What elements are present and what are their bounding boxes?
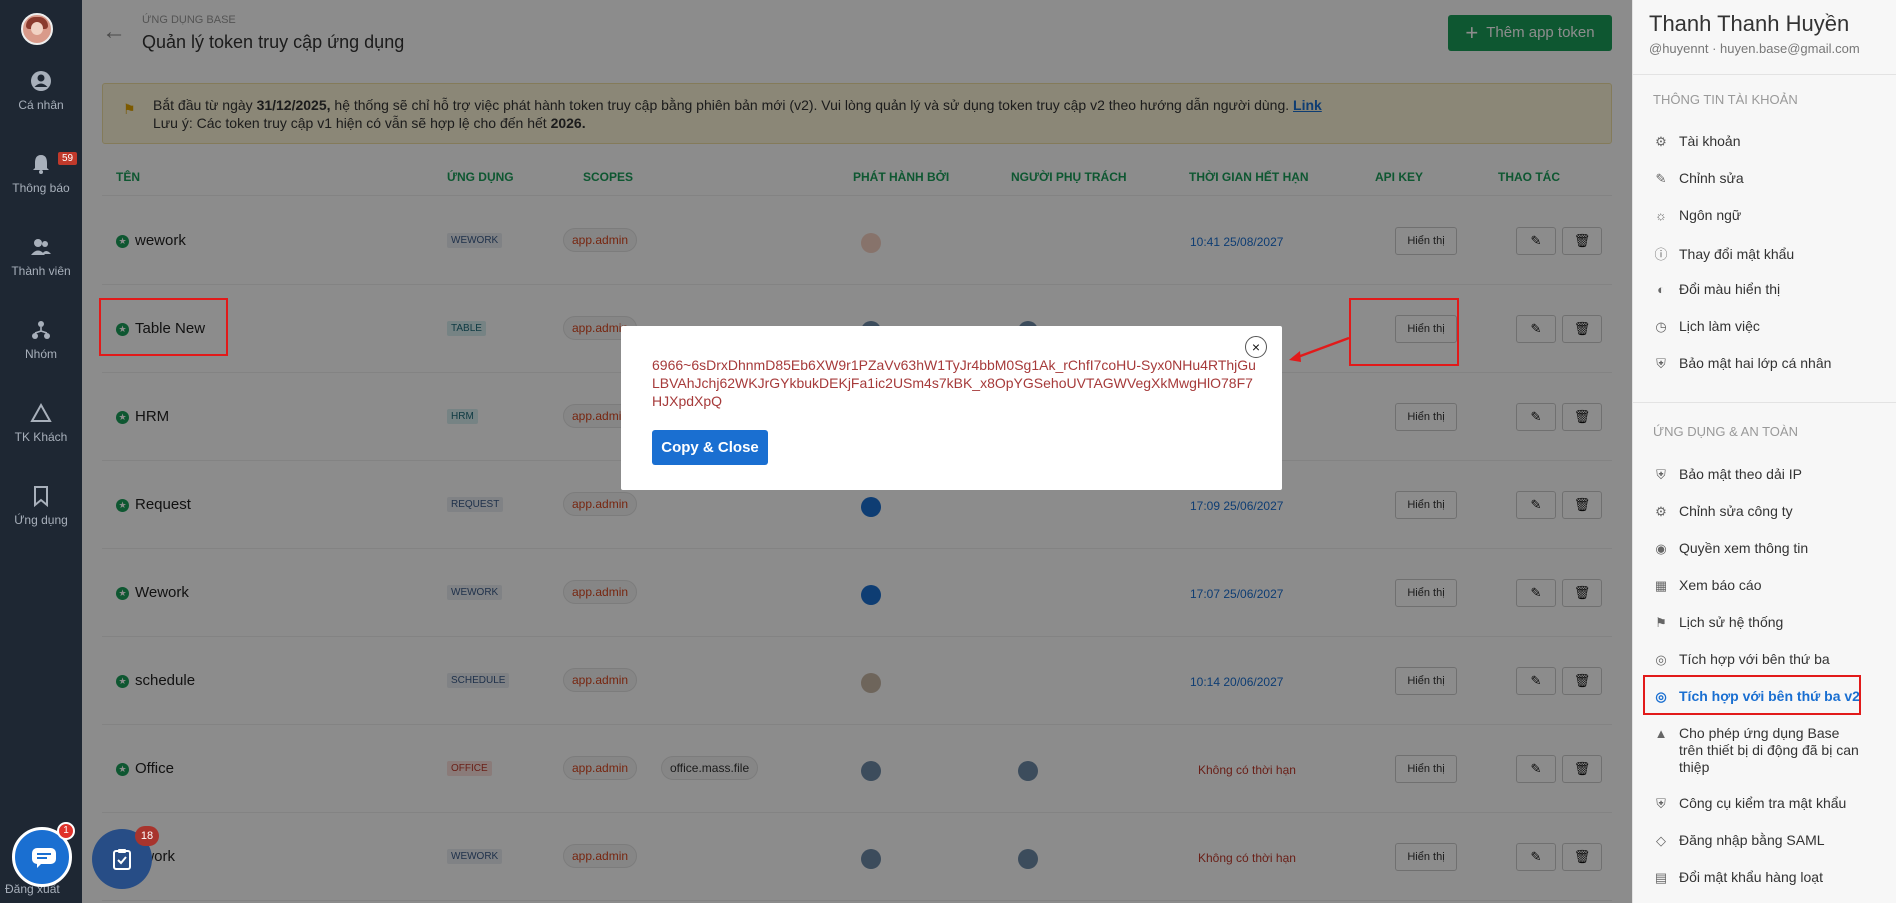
menu-label: Thay đổi mật khẩu: [1679, 246, 1795, 262]
chat-badge: 1: [57, 822, 75, 840]
menu-item-password-checker[interactable]: ⛨ Công cụ kiểm tra mật khẩu: [1653, 795, 1883, 812]
highlight-table-new: [99, 298, 228, 356]
menu-item-language[interactable]: ☼ Ngôn ngữ: [1653, 207, 1883, 223]
section-title-apps: ỨNG DỤNG & AN TOÀN: [1653, 424, 1798, 439]
nav-item-apps[interactable]: Ứng dụng: [0, 485, 82, 527]
user-avatar[interactable]: [21, 13, 53, 45]
menu-item-history[interactable]: ⚑ Lịch sử hệ thống: [1653, 614, 1883, 631]
clipboard-check-icon: [113, 849, 131, 870]
menu-item-reports[interactable]: ▦ Xem báo cáo: [1653, 577, 1883, 594]
gear-icon: ⚙: [1655, 504, 1667, 519]
compass-icon: ☼: [1655, 208, 1667, 223]
menu-label: Lịch làm việc: [1679, 318, 1760, 334]
api-key-token[interactable]: 6966~6sDrxDhnmD85Eb6XW9r1PZaVv63hW1TyJr4…: [652, 356, 1262, 410]
menu-item-saml[interactable]: ◇ Đăng nhập bằng SAML: [1653, 832, 1883, 849]
guest-icon: [30, 402, 52, 422]
person-icon: [31, 71, 51, 91]
lock-icon: ◇: [1656, 833, 1666, 848]
menu-item-account[interactable]: ⚙ Tài khoản: [1653, 133, 1883, 150]
menu-label: Cho phép ứng dụng Base trên thiết bị di …: [1679, 725, 1859, 775]
menu-item-ip-security[interactable]: ⛨ Bảo mật theo dải IP: [1653, 466, 1883, 483]
menu-label: Công cụ kiểm tra mật khẩu: [1679, 795, 1847, 811]
menu-item-edit[interactable]: ✎ Chỉnh sửa: [1653, 170, 1883, 187]
nav-item-guests[interactable]: TK Khách: [0, 402, 82, 444]
highlight-show-button: [1349, 298, 1459, 366]
alert-icon: ⓘ: [1654, 247, 1668, 262]
menu-item-password[interactable]: ⓘ Thay đổi mật khẩu: [1653, 244, 1883, 263]
menu-label: Xem báo cáo: [1679, 577, 1762, 593]
members-icon: [31, 239, 51, 255]
palette-icon: ◐: [1657, 282, 1665, 297]
task-badge: 18: [135, 826, 159, 846]
menu-label: Lịch sử hệ thống: [1679, 614, 1784, 630]
menu-label: Chỉnh sửa: [1679, 170, 1744, 186]
menu-label: Ngôn ngữ: [1679, 207, 1742, 223]
nav-label: Cá nhân: [18, 98, 64, 112]
menu-label: Đổi mật khẩu hàng loạt: [1679, 869, 1823, 885]
account-panel: Thanh Thanh Huyền @huyennt · huyen.base@…: [1632, 0, 1896, 903]
nav-item-personal[interactable]: Cá nhân: [0, 70, 82, 112]
left-navigation: Cá nhân Thông báo 59 Thành viên Nhóm TK …: [0, 0, 82, 903]
profile-name: Thanh Thanh Huyền: [1649, 11, 1850, 36]
menu-item-2fa[interactable]: ⛨ Bảo mật hai lớp cá nhân: [1653, 355, 1883, 372]
notification-badge: 59: [58, 152, 78, 165]
clock-icon: ◷: [1655, 319, 1667, 334]
group-icon: [32, 321, 50, 339]
table-icon: ▤: [1654, 870, 1668, 885]
section-title-account: THÔNG TIN TÀI KHOẢN: [1653, 92, 1798, 107]
menu-label: Tích hợp với bên thứ ba: [1679, 651, 1830, 667]
chat-icon: [32, 848, 56, 868]
nav-item-groups[interactable]: Nhóm: [0, 319, 82, 361]
flag-icon: ⚑: [1655, 615, 1667, 630]
divider: [1633, 74, 1896, 75]
highlight-third-party-v2: [1643, 675, 1861, 715]
menu-item-company[interactable]: ⚙ Chỉnh sửa công ty: [1653, 503, 1883, 520]
menu-item-schedule[interactable]: ◷ Lịch làm việc: [1653, 318, 1883, 335]
nav-label: Nhóm: [24, 347, 57, 361]
eye-icon: ◉: [1655, 541, 1667, 556]
menu-label: Đổi màu hiển thị: [1679, 281, 1781, 297]
menu-label: Quyền xem thông tin: [1679, 540, 1809, 556]
api-key-dialog: 6966~6sDrxDhnmD85Eb6XW9r1PZaVv63hW1TyJr4…: [621, 326, 1282, 490]
menu-label: Tài khoản: [1679, 133, 1741, 149]
menu-label: Đăng nhập bằng SAML: [1679, 832, 1825, 848]
nav-label: Thông báo: [12, 181, 70, 195]
grid-icon: ▦: [1654, 578, 1668, 593]
bell-icon: [33, 155, 49, 174]
shield-icon: ⛨: [1656, 796, 1666, 811]
divider: [1633, 402, 1896, 403]
nav-label: Thành viên: [11, 264, 71, 278]
shield-icon: ⛨: [1656, 356, 1666, 371]
copy-close-button[interactable]: Copy & Close: [652, 430, 768, 465]
menu-label: Bảo mật hai lớp cá nhân: [1679, 355, 1832, 371]
nav-label: TK Khách: [14, 430, 68, 444]
menu-item-view-permission[interactable]: ◉ Quyền xem thông tin: [1653, 540, 1883, 557]
gear-icon: ⚙: [1655, 134, 1667, 149]
bookmark-icon: [34, 486, 48, 507]
menu-item-bulk-password[interactable]: ▤ Đổi mật khẩu hàng loạt: [1653, 869, 1883, 886]
annotation-arrow-icon: [1289, 336, 1350, 362]
profile-handle: @huyennt · huyen.base@gmail.com: [1649, 41, 1860, 56]
menu-label: Chỉnh sửa công ty: [1679, 503, 1793, 519]
menu-label: Bảo mật theo dải IP: [1679, 466, 1802, 482]
menu-item-rooted-device[interactable]: ▲ Cho phép ứng dụng Base trên thiết bị di…: [1653, 725, 1883, 776]
close-icon[interactable]: ×: [1245, 336, 1267, 358]
menu-item-third-party[interactable]: ◎ Tích hợp với bên thứ ba: [1653, 651, 1883, 668]
nav-item-members[interactable]: Thành viên: [0, 236, 82, 278]
android-icon: ▲: [1654, 726, 1668, 741]
pencil-icon: ✎: [1655, 171, 1667, 186]
globe-icon: ◎: [1655, 652, 1667, 667]
shield-icon: ⛨: [1656, 467, 1666, 482]
nav-label: Ứng dụng: [14, 513, 68, 527]
menu-item-theme[interactable]: ◐ Đổi màu hiển thị: [1653, 281, 1883, 297]
